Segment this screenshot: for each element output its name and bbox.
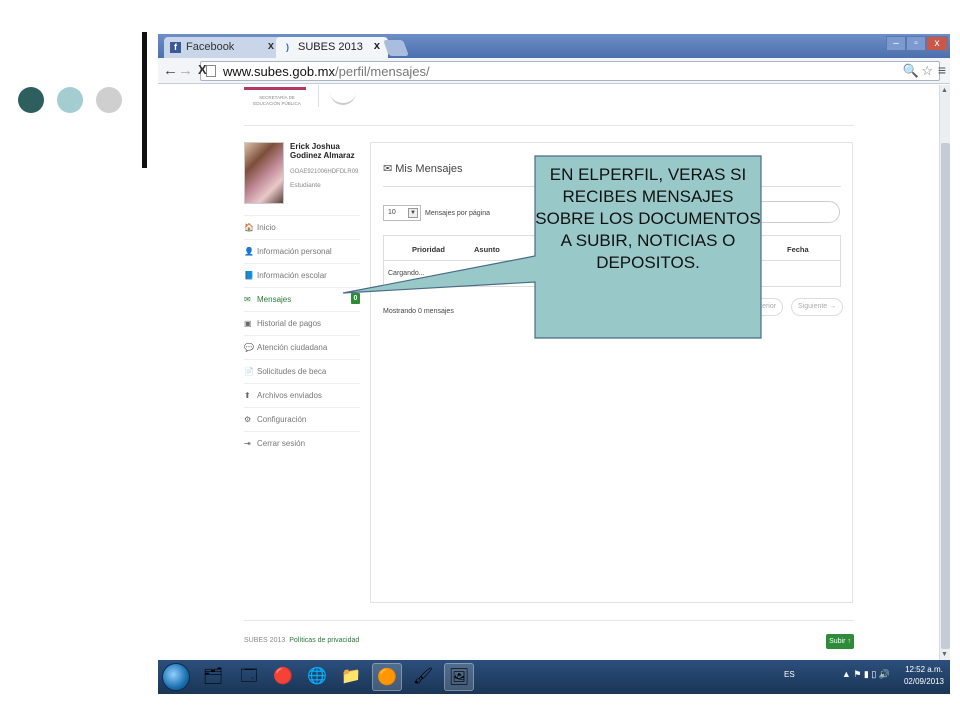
callout-shape [342, 155, 762, 339]
slide: f Facebook x ) SUBES 2013 x – ▫ x ← → ww… [0, 0, 960, 720]
callout-text: EN ELPERFIL, VERAS SI RECIBES MENSAJES S… [535, 165, 761, 272]
stop-button[interactable]: X [198, 62, 207, 77]
